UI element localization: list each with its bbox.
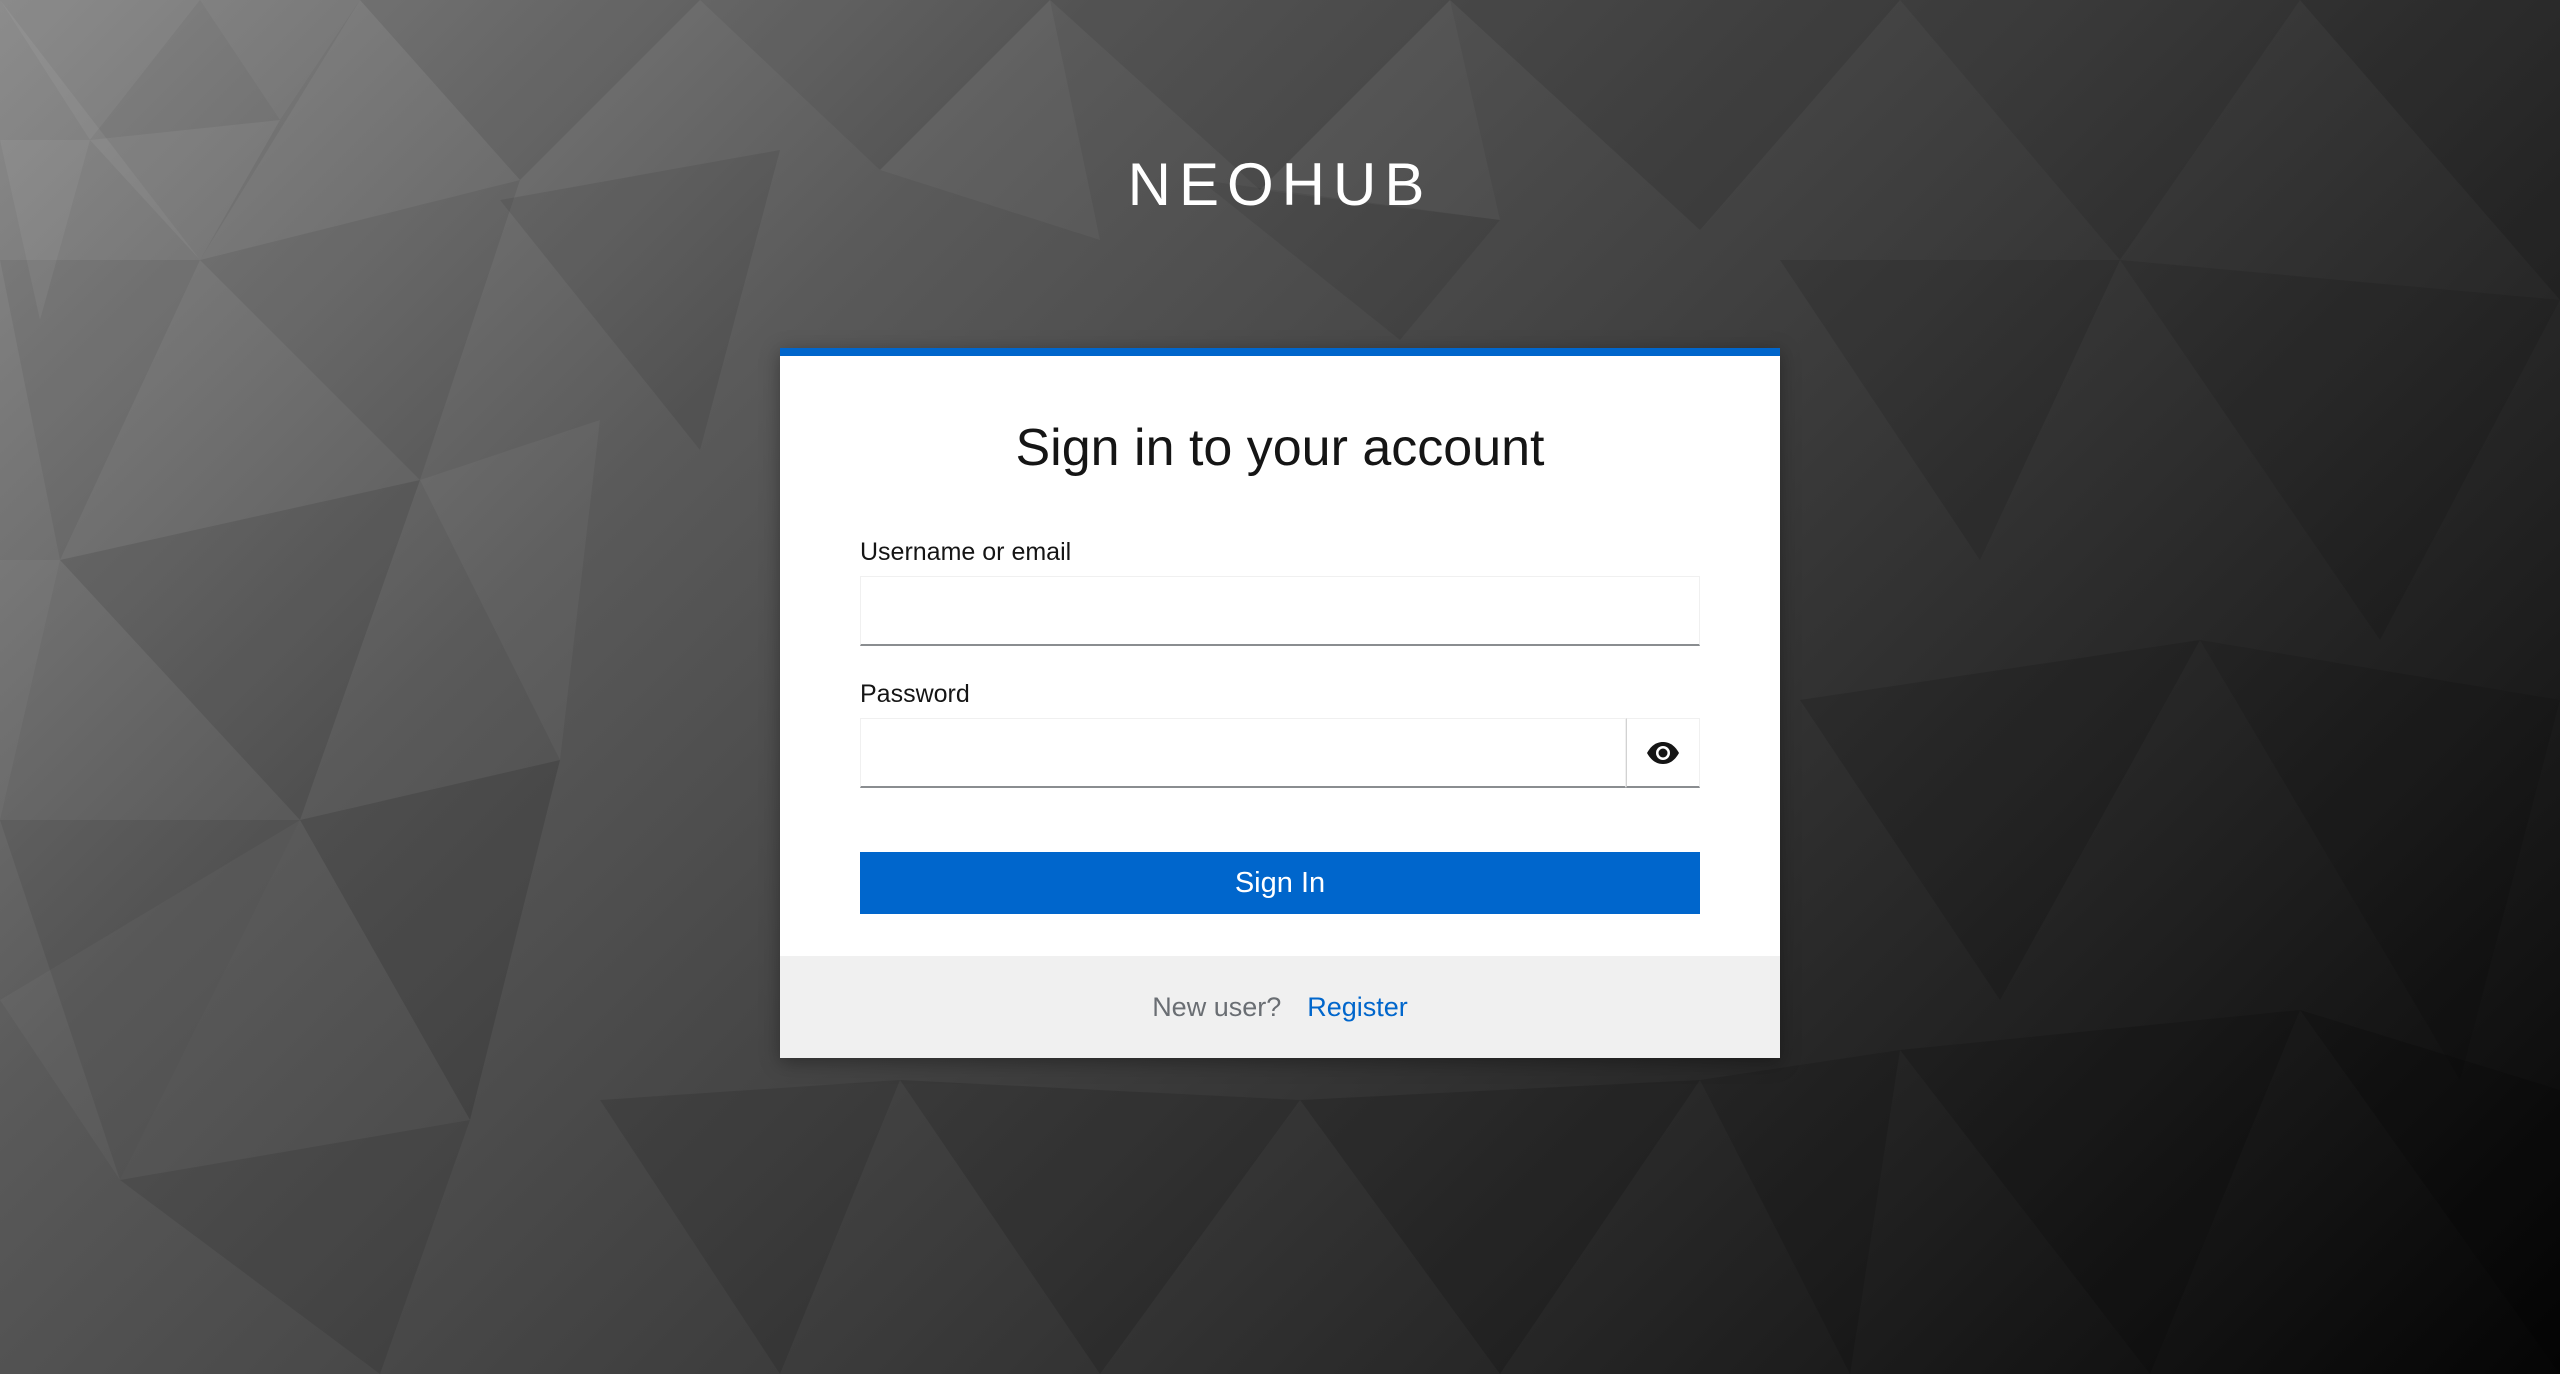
- page-title: Sign in to your account: [1015, 419, 1545, 477]
- card-footer: New user? Register: [780, 956, 1780, 1058]
- new-user-text: New user?: [1152, 991, 1282, 1022]
- username-input[interactable]: [860, 576, 1700, 646]
- login-card: Sign in to your account Username or emai…: [780, 348, 1780, 1058]
- password-input[interactable]: [860, 718, 1626, 788]
- brand-logo: NEOHUB: [1127, 151, 1433, 218]
- eye-icon: [1647, 741, 1679, 764]
- register-link[interactable]: Register: [1307, 992, 1408, 1023]
- password-label: Password: [860, 680, 970, 708]
- sign-in-button[interactable]: Sign In: [860, 852, 1700, 914]
- show-password-button[interactable]: [1626, 718, 1700, 788]
- username-label: Username or email: [860, 538, 1072, 566]
